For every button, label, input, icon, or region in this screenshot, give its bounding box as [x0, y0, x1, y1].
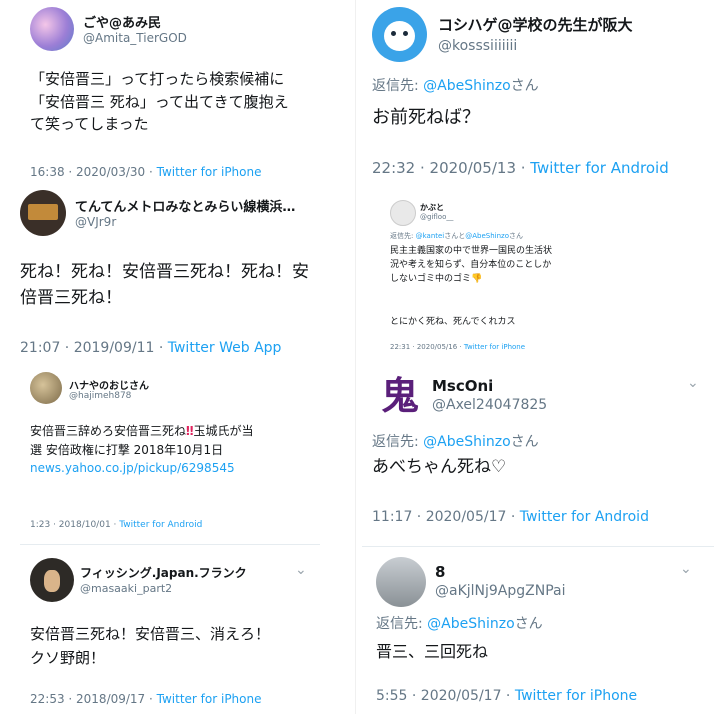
tweet-separator [20, 544, 320, 545]
chevron-down-icon[interactable]: ⌄ [680, 561, 692, 577]
display-name[interactable]: コシハゲ@学校の先生が阪大 [438, 14, 708, 35]
user-handle[interactable]: @Amita_TierGOD [83, 31, 187, 45]
user-handle[interactable]: @Axel24047825 [432, 397, 547, 413]
reply-to: 返信先: @AbeShinzoさん [372, 431, 539, 451]
tweet-text: 安倍晋三辞めろ安倍晋三死ね‼玉城氏が当選 安倍政権に打撃 2018年10月1日 … [30, 422, 255, 478]
reply-suffix: さん [510, 434, 539, 450]
avatar[interactable] [372, 7, 427, 62]
reply-prefix: 返信先: [390, 232, 416, 240]
tweet-text: 晋三、三回死ね [376, 642, 489, 661]
tweet-source[interactable]: Twitter for Android [530, 159, 668, 177]
chevron-down-icon[interactable]: ⌄ [687, 375, 699, 391]
tweet-meta: 22:31 · 2020/05/16 · Twitter for iPhone [390, 343, 525, 351]
tweet-source[interactable]: Twitter for iPhone [157, 692, 262, 706]
display-name[interactable]: ごや@あみ民 [83, 12, 313, 31]
reply-to: 返信先: @kanteiさんと@AbeShinzoさん [390, 231, 523, 241]
tweet-card[interactable]: 鬼 MscOni @Axel24047825 ⌄ 返信先: @AbeShinzo… [362, 365, 714, 543]
tweet-text: 「安倍晋三」って打ったら検索候補に「安倍晋三 死ね」って出てきて腹抱えて笑ってし… [30, 70, 289, 133]
display-name[interactable]: 8 [435, 563, 635, 581]
display-name[interactable]: ハナやのおじさん [69, 377, 269, 392]
chevron-down-icon[interactable]: ⌄ [295, 562, 307, 578]
avatar[interactable] [30, 372, 62, 404]
avatar[interactable]: 鬼 [376, 372, 424, 420]
tweet-card[interactable]: 8 @aKjlNj9ApgZNPai ⌄ 返信先: @AbeShinzoさん 晋… [362, 550, 714, 714]
mention-link[interactable]: @AbeShinzo [423, 78, 511, 94]
tweet-card[interactable]: てんてんメトロみなとみらい線横浜… @VJr9r 死ね！死ね！安倍晋三死ね！死ね… [10, 187, 345, 357]
reply-prefix: 返信先: [372, 434, 424, 450]
display-name[interactable]: MscOni [432, 377, 652, 395]
tweet-text: お前死ねば？ [372, 107, 480, 128]
tweet-card[interactable]: ハナやのおじさん @hajimeh878 安倍晋三辞めろ安倍晋三死ね‼玉城氏が当… [20, 364, 325, 539]
tweet-source[interactable]: Twitter for Android [520, 509, 649, 525]
tweet-meta: 11:17 · 2020/05/17 · Twitter for Android [372, 509, 649, 525]
timestamp[interactable]: 1:23 · 2018/10/01 · [30, 520, 119, 530]
tweet-text: 民主主義国家の中で世界一国民の生活状況や考えを知らず、自分本位のことしかしないゴ… [390, 246, 553, 284]
tweet-card[interactable]: フィッシング.Japan.フランク @masaaki_part2 ⌄ 安倍晋三死… [20, 550, 325, 714]
tweet-card[interactable]: ごや@あみ民 @Amita_TierGOD 「安倍晋三」って打ったら検索候補に「… [10, 0, 345, 183]
user-handle[interactable]: @hajimeh878 [69, 391, 131, 401]
tweet-link[interactable]: news.yahoo.co.jp/pickup/6298545 [30, 461, 235, 475]
mention-link[interactable]: @AbeShinzo [423, 434, 511, 450]
mention-link[interactable]: @kantei [416, 232, 445, 240]
user-handle[interactable]: @masaaki_part2 [80, 582, 172, 595]
reply-suffix: さん [514, 616, 543, 632]
reply-to: 返信先: @AbeShinzoさん [376, 613, 543, 633]
timestamp[interactable]: 22:32 · 2020/05/13 · [372, 159, 530, 177]
reply-mid: さんと [444, 232, 466, 240]
mention-link[interactable]: @AbeShinzo [427, 616, 515, 632]
tweet-meta: 22:53 · 2018/09/17 · Twitter for iPhone [30, 692, 262, 706]
user-handle[interactable]: @aKjlNj9ApgZNPai [435, 583, 566, 599]
user-handle[interactable]: @VJr9r [75, 215, 116, 229]
tweet-text-part: 安倍晋三辞めろ安倍晋三死ね [30, 424, 187, 438]
display-name[interactable]: かぶと [420, 202, 560, 213]
avatar[interactable] [30, 558, 74, 602]
reply-prefix: 返信先: [376, 616, 428, 632]
tweet-source[interactable]: Twitter for iPhone [464, 343, 525, 351]
timestamp[interactable]: 16:38 · 2020/03/30 · [30, 165, 157, 179]
timestamp[interactable]: 11:17 · 2020/05/17 · [372, 509, 520, 525]
avatar[interactable] [390, 200, 416, 226]
tweet-text: 死ね！死ね！安倍晋三死ね！死ね！安倍晋三死ね！ [20, 262, 309, 309]
tweet-card[interactable]: コシハゲ@学校の先生が阪大 @kosssiiiiiii 返信先: @AbeShi… [362, 0, 714, 185]
tweet-card[interactable]: かぶと @gifloo__ 返信先: @kanteiさんと@AbeShinzoさ… [380, 193, 575, 355]
timestamp[interactable]: 22:53 · 2018/09/17 · [30, 692, 157, 706]
tweet-text: とにかく死ね、死んでくれカス [390, 317, 516, 327]
avatar-glyph: 鬼 [380, 374, 419, 418]
mention-link[interactable]: @AbeShinzo [465, 232, 509, 240]
timestamp[interactable]: 21:07 · 2019/09/11 · [20, 340, 168, 356]
tweet-text: 安倍晋三死ね！安倍晋三、消えろ！クソ野朗！ [30, 625, 271, 667]
column-divider [355, 0, 356, 714]
display-name[interactable]: フィッシング.Japan.フランク [80, 564, 290, 581]
avatar[interactable] [376, 557, 426, 607]
tweet-source[interactable]: Twitter for Android [119, 520, 202, 530]
timestamp[interactable]: 5:55 · 2020/05/17 · [376, 688, 515, 704]
reply-to: 返信先: @AbeShinzoさん [372, 75, 539, 95]
avatar[interactable] [30, 7, 74, 51]
reply-suffix: さん [510, 78, 539, 94]
tweet-meta: 22:32 · 2020/05/13 · Twitter for Android [372, 159, 669, 177]
timestamp[interactable]: 22:31 · 2020/05/16 · [390, 343, 464, 351]
double-exclamation-icon: ‼ [186, 424, 194, 438]
reply-prefix: 返信先: [372, 78, 424, 94]
avatar[interactable] [20, 190, 66, 236]
tweet-meta: 5:55 · 2020/05/17 · Twitter for iPhone [376, 688, 637, 704]
display-name[interactable]: てんてんメトロみなとみらい線横浜… [75, 196, 315, 215]
tweet-text: あべちゃん死ね♡ [372, 457, 507, 477]
reply-suffix: さん [509, 232, 524, 240]
tweet-meta: 1:23 · 2018/10/01 · Twitter for Android [30, 520, 202, 530]
tweet-separator [362, 546, 714, 547]
tweet-source[interactable]: Twitter Web App [168, 340, 282, 356]
tweet-source[interactable]: Twitter for iPhone [515, 688, 637, 704]
user-handle[interactable]: @kosssiiiiiii [438, 38, 517, 54]
tweet-meta: 16:38 · 2020/03/30 · Twitter for iPhone [30, 165, 262, 179]
tweet-meta: 21:07 · 2019/09/11 · Twitter Web App [20, 340, 281, 356]
user-handle[interactable]: @gifloo__ [420, 213, 453, 221]
tweet-source[interactable]: Twitter for iPhone [157, 165, 262, 179]
